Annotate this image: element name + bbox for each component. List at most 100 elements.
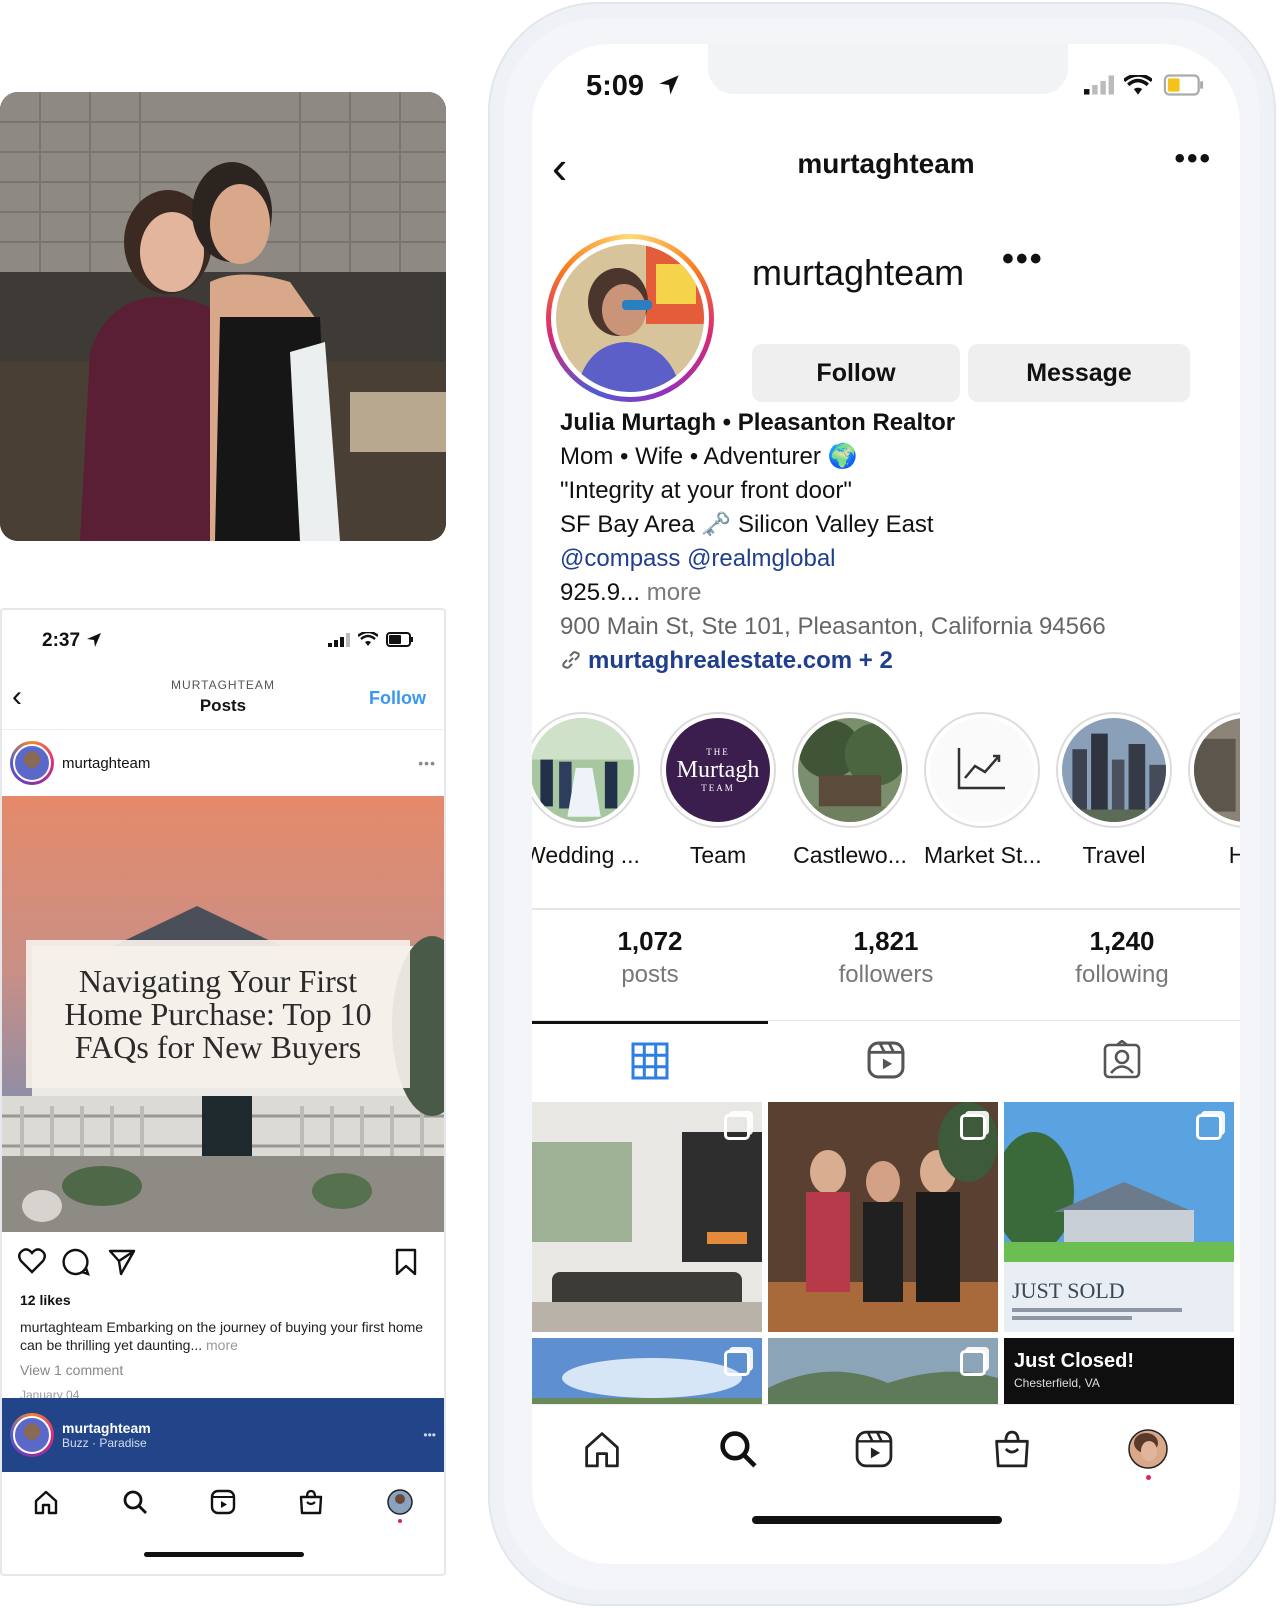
profile-bio: Julia Murtagh • Pleasanton Realtor Mom •…	[560, 406, 1230, 678]
caption-username[interactable]: murtaghteam	[20, 1319, 102, 1335]
highlight-wedding[interactable]: Wedding ...	[532, 712, 640, 869]
tagged-icon	[1102, 1038, 1142, 1085]
bio-name-line: Julia Murtagh • Pleasanton Realtor	[560, 409, 956, 436]
share-icon[interactable]	[108, 1248, 136, 1281]
highlight-label: Team	[689, 842, 747, 868]
home-icon[interactable]	[33, 1489, 59, 1520]
more-icon[interactable]: •••	[418, 755, 436, 771]
next-post-header: murtaghteam Buzz · Paradise •••	[2, 1398, 444, 1472]
highlight-photo	[1194, 718, 1240, 822]
view-comments-link[interactable]: View 1 comment	[2, 1354, 444, 1378]
more-icon[interactable]: •••	[1174, 142, 1212, 176]
notch	[708, 44, 1068, 94]
bio-address[interactable]: 900 Main St, Ste 101, Pleasanton, Califo…	[560, 610, 1230, 644]
just-sold-label: JUST SOLD	[1012, 1278, 1125, 1303]
stat-posts[interactable]: 1,072 posts	[532, 926, 768, 1016]
website-text: murtaghrealestate.com + 2	[588, 647, 893, 674]
wifi-icon	[357, 630, 379, 652]
stat-following[interactable]: 1,240 following	[1004, 926, 1240, 1016]
bio-mentions[interactable]: @compass @realmglobal	[560, 542, 1230, 576]
stat-number: 1,821	[853, 926, 919, 956]
tab-reels[interactable]	[768, 1021, 1004, 1103]
stat-followers[interactable]: 1,821 followers	[768, 926, 1004, 1016]
message-button[interactable]: Message	[968, 344, 1190, 402]
search-icon[interactable]	[122, 1489, 148, 1520]
next-post-audio[interactable]: Buzz · Paradise	[62, 1436, 151, 1450]
grid-post[interactable]	[532, 1338, 762, 1408]
caption-more-link[interactable]: more	[202, 1337, 238, 1353]
follow-button[interactable]: Follow	[752, 344, 960, 402]
more-icon[interactable]: •••	[423, 1428, 436, 1442]
website-link[interactable]: murtaghrealestate.com + 2	[560, 644, 1230, 678]
profile-name: murtaghteam	[752, 252, 965, 293]
follow-link[interactable]: Follow	[369, 688, 426, 709]
bio-more-link[interactable]: more	[640, 579, 702, 606]
post-title-overlay: Navigating Your First Home Purchase: Top…	[26, 940, 410, 1088]
carousel-icon	[960, 1350, 986, 1376]
reels-icon[interactable]	[854, 1429, 894, 1474]
more-icon[interactable]: •••	[1002, 240, 1044, 279]
status-time: 2:37	[42, 630, 81, 651]
highlight-label: Wedding ...	[532, 842, 640, 868]
home-indicator	[752, 1516, 1002, 1524]
carousel-icon	[1196, 1114, 1222, 1140]
grid-post[interactable]: JUST SOLD	[1004, 1102, 1234, 1332]
grid-post[interactable]: Just Closed! Chesterfield, VA	[1004, 1338, 1234, 1408]
stat-number: 1,240	[1089, 926, 1155, 956]
home-indicator	[144, 1552, 304, 1557]
highlight-label: Market St...	[924, 842, 1042, 868]
profile-stats: 1,072 posts 1,821 followers 1,240 follow…	[532, 926, 1240, 1016]
post-header-bar: ‹ MURTAGHTEAM Posts Follow	[2, 674, 444, 730]
comment-icon[interactable]	[62, 1248, 90, 1281]
profile-header-bar: ‹ murtaghteam •••	[532, 142, 1240, 202]
grid-post[interactable]	[532, 1102, 762, 1332]
highlight-team[interactable]: THE Murtagh TEAM Team	[660, 712, 776, 869]
next-post-username[interactable]: murtaghteam	[62, 1420, 151, 1436]
bottom-tab-bar	[532, 1404, 1240, 1516]
profile-screen: 5:09 ‹ murtaghteam ••• murtaghteam ••• F…	[532, 44, 1240, 1564]
shop-icon[interactable]	[992, 1429, 1032, 1474]
location-arrow-icon	[658, 74, 680, 101]
link-icon	[560, 647, 588, 674]
stat-label: posts	[621, 961, 679, 988]
chart-icon	[957, 746, 1007, 795]
grid-post[interactable]	[768, 1102, 998, 1332]
carousel-icon	[724, 1350, 750, 1376]
highlight-label: Castlewo...	[793, 842, 907, 868]
heart-icon[interactable]	[18, 1248, 46, 1279]
stat-label: followers	[838, 961, 934, 988]
avatar[interactable]	[10, 741, 54, 785]
travel-photo	[1062, 718, 1166, 822]
home-icon[interactable]	[582, 1429, 622, 1474]
highlight-label: Travel	[1082, 842, 1146, 868]
tab-tagged[interactable]	[1004, 1021, 1240, 1103]
post-username[interactable]: murtaghteam	[62, 755, 410, 772]
likes-count[interactable]: 12 likes	[2, 1292, 444, 1308]
profile-icon[interactable]	[387, 1488, 413, 1523]
castlewood-photo	[798, 718, 902, 822]
post-image[interactable]: Navigating Your First Home Purchase: Top…	[2, 796, 444, 1232]
status-time: 5:09	[586, 70, 645, 102]
notification-dot	[397, 1518, 402, 1523]
profile-icon[interactable]	[1128, 1429, 1168, 1480]
tab-posts-grid[interactable]	[532, 1021, 768, 1103]
bio-line: SF Bay Area 🗝️ Silicon Valley East	[560, 511, 934, 538]
highlight-travel[interactable]: Travel	[1056, 712, 1172, 869]
two-women-photo	[0, 92, 446, 541]
stat-number: 1,072	[617, 926, 683, 956]
grid-post[interactable]	[768, 1338, 998, 1408]
highlight-partial[interactable]: Hig	[1188, 712, 1240, 869]
bookmark-icon[interactable]	[394, 1248, 418, 1281]
header-handle: murtaghteam	[797, 148, 975, 179]
divider	[532, 908, 1240, 910]
profile-avatar[interactable]	[546, 234, 714, 402]
highlight-castlewood[interactable]: Castlewo...	[792, 712, 908, 869]
story-highlights: Wedding ... THE Murtagh TEAM Team Castle…	[532, 712, 1240, 872]
carousel-icon	[960, 1114, 986, 1140]
highlight-market-stats[interactable]: Market St...	[924, 712, 1042, 869]
just-closed-location: Chesterfield, VA	[1014, 1376, 1100, 1390]
shop-icon[interactable]	[298, 1489, 324, 1520]
avatar[interactable]	[10, 1413, 54, 1457]
reels-icon[interactable]	[210, 1489, 236, 1520]
search-icon[interactable]	[718, 1429, 758, 1474]
